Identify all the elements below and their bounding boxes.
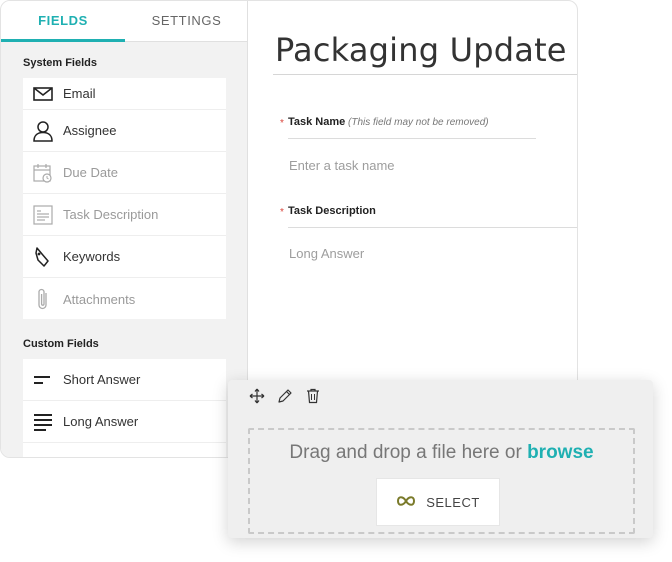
field-label: Assignee <box>63 123 117 138</box>
short-answer-icon <box>32 369 54 391</box>
field-label: Short Answer <box>63 372 141 387</box>
system-fields-title: System Fields <box>23 57 97 69</box>
field-label: Due Date <box>63 165 118 180</box>
field-label: Long Answer <box>63 414 139 429</box>
task-description-label: Task Description <box>288 205 376 217</box>
field-item-partial <box>23 443 226 457</box>
field-item-due-date[interactable]: Due Date <box>23 152 226 194</box>
custom-fields-title: Custom Fields <box>23 338 99 350</box>
move-icon[interactable] <box>249 388 265 404</box>
tag-icon <box>32 246 54 268</box>
file-dropzone[interactable]: Drag and drop a file here or browse SELE… <box>248 428 635 534</box>
paperclip-icon <box>32 288 54 310</box>
required-marker: * <box>280 207 284 218</box>
description-icon <box>32 204 54 226</box>
dropzone-instructions: Drag and drop a file here or <box>289 442 522 463</box>
upload-field-card: Drag and drop a file here or browse SELE… <box>228 380 653 538</box>
task-name-input[interactable]: Enter a task name <box>289 158 395 173</box>
field-item-long-answer[interactable]: Long Answer <box>23 401 226 443</box>
select-button[interactable]: SELECT <box>376 478 500 526</box>
task-name-label-rule <box>288 138 536 139</box>
field-item-email[interactable]: Email <box>23 78 226 110</box>
field-item-keywords[interactable]: Keywords <box>23 236 226 278</box>
system-fields-list: Email Assignee Due Date Task Description <box>23 78 226 319</box>
infinity-icon <box>396 495 416 510</box>
calendar-icon <box>32 162 54 184</box>
field-label: Task Description <box>63 207 159 222</box>
fields-panel: FIELDS SETTINGS System Fields Email Assi… <box>1 1 248 457</box>
field-item-short-answer[interactable]: Short Answer <box>23 359 226 401</box>
tab-settings[interactable]: SETTINGS <box>125 1 248 42</box>
person-icon <box>32 120 54 142</box>
form-title[interactable]: Packaging Update <box>275 31 567 69</box>
trash-icon[interactable] <box>305 388 321 404</box>
field-item-task-description[interactable]: Task Description <box>23 194 226 236</box>
field-item-attachments[interactable]: Attachments <box>23 278 226 320</box>
task-description-input[interactable]: Long Answer <box>289 246 364 261</box>
pencil-icon[interactable] <box>277 388 293 404</box>
envelope-icon <box>32 83 54 105</box>
field-label: Attachments <box>63 291 136 307</box>
field-label: Keywords <box>63 249 121 264</box>
tab-fields[interactable]: FIELDS <box>1 1 125 42</box>
select-label: SELECT <box>426 494 480 510</box>
task-name-hint: (This field may not be removed) <box>348 117 489 128</box>
task-description-label-rule <box>288 227 577 228</box>
task-name-label: Task Name <box>288 116 346 128</box>
long-answer-icon <box>32 411 54 433</box>
browse-link[interactable]: browse <box>527 442 594 463</box>
field-item-assignee[interactable]: Assignee <box>23 110 226 152</box>
field-label: Email <box>63 86 96 101</box>
panel-tabs: FIELDS SETTINGS <box>1 1 247 42</box>
title-divider <box>273 74 577 75</box>
custom-fields-list: Short Answer Long Answer <box>23 359 226 457</box>
dropzone-text: Drag and drop a file here or browse <box>250 442 633 464</box>
required-marker: * <box>280 118 284 129</box>
